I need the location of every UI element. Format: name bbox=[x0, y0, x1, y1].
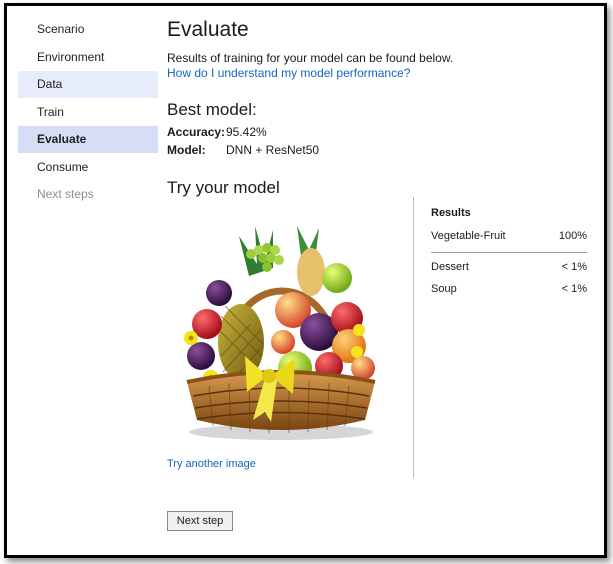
result-row: Soup < 1% bbox=[431, 278, 587, 300]
sidebar-item-next-steps: Next steps bbox=[37, 187, 94, 201]
model-value: DNN + ResNet50 bbox=[226, 143, 320, 157]
next-step-button[interactable]: Next step bbox=[167, 511, 233, 531]
fruit-basket-illustration bbox=[169, 206, 391, 446]
result-row: Dessert < 1% bbox=[431, 256, 587, 278]
window-frame: Scenario Environment Data Train Evaluate… bbox=[4, 3, 607, 558]
page-subtitle: Results of training for your model can b… bbox=[167, 51, 454, 65]
accuracy-label: Accuracy: bbox=[167, 125, 226, 139]
model-row: Model: DNN + ResNet50 bbox=[167, 143, 319, 157]
page-title: Evaluate bbox=[167, 18, 249, 41]
result-row: Vegetable-Fruit 100% bbox=[431, 225, 587, 247]
result-value: < 1% bbox=[561, 283, 587, 295]
try-another-image-link[interactable]: Try another image bbox=[167, 458, 256, 470]
result-label: Dessert bbox=[431, 261, 469, 273]
model-label: Model: bbox=[167, 143, 206, 157]
try-model-heading: Try your model bbox=[167, 178, 280, 197]
accuracy-row: Accuracy:95.42% bbox=[167, 125, 267, 139]
results-title: Results bbox=[431, 207, 471, 219]
sidebar-item-environment[interactable]: Environment bbox=[18, 44, 158, 71]
sidebar-item-train[interactable]: Train bbox=[18, 99, 158, 126]
results-divider bbox=[413, 197, 414, 478]
results-separator bbox=[431, 252, 587, 253]
main-panel: Evaluate Results of training for your mo… bbox=[167, 6, 604, 555]
result-value: 100% bbox=[558, 230, 587, 242]
best-model-heading: Best model: bbox=[167, 100, 257, 119]
help-link[interactable]: How do I understand my model performance… bbox=[167, 66, 410, 80]
sidebar-item-consume[interactable]: Consume bbox=[18, 154, 158, 181]
sidebar-item-data[interactable]: Data bbox=[18, 71, 158, 98]
result-label: Soup bbox=[431, 283, 457, 295]
results-panel: Results Vegetable-Fruit 100% Dessert < 1… bbox=[431, 207, 587, 300]
fruit-basket-image bbox=[169, 206, 391, 446]
result-value: < 1% bbox=[561, 261, 587, 273]
sidebar-item-evaluate[interactable]: Evaluate bbox=[18, 126, 158, 153]
sidebar-item-scenario[interactable]: Scenario bbox=[18, 16, 158, 43]
sidebar-nav: Scenario Environment Data Train Evaluate… bbox=[18, 16, 158, 209]
accuracy-value: 95.42% bbox=[226, 125, 267, 139]
result-label: Vegetable-Fruit bbox=[431, 230, 506, 242]
